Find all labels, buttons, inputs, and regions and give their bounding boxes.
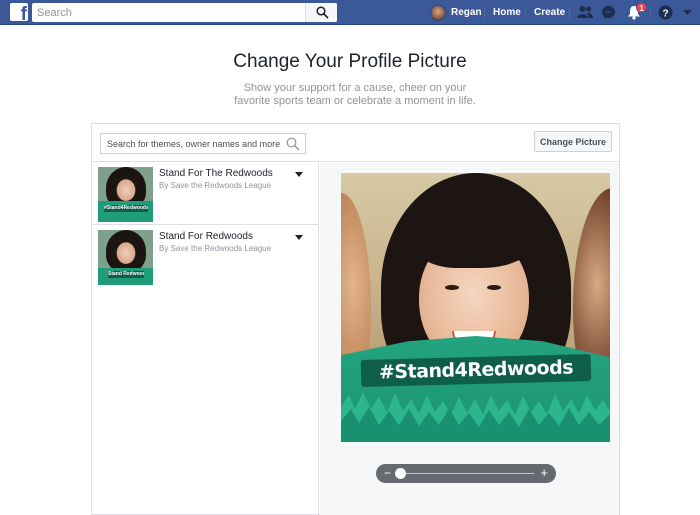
zoom-in-button[interactable]: + [540, 465, 548, 480]
zoom-out-button[interactable]: − [384, 466, 391, 480]
svg-text:?: ? [662, 9, 668, 20]
avatar [430, 4, 446, 21]
frame-banner-text: #Stand4Redwoods [378, 356, 574, 384]
frame-thumbnail: Stand Redwoods [98, 230, 153, 285]
frame-thumbnail: #Stand4Redwoods [98, 167, 153, 222]
facebook-logo-icon[interactable]: f [10, 3, 28, 21]
search-button[interactable] [305, 3, 337, 22]
top-navigation-bar: f Regan Home Create 1 ? [0, 0, 700, 25]
frame-list: #Stand4Redwoods Stand For The Redwoods B… [92, 163, 319, 515]
messenger-icon[interactable] [601, 5, 616, 20]
nav-divider [569, 6, 570, 19]
page-subtitle: Show your support for a cause, cheer on … [234, 82, 476, 107]
nav-divider [484, 6, 485, 19]
nav-divider [650, 6, 651, 19]
profile-frame-panel: Change Picture #Stand4Redwoods Stand For… [91, 123, 620, 515]
frame-name: Stand For The Redwoods [159, 168, 273, 179]
theme-search-input[interactable] [101, 134, 281, 154]
zoom-track[interactable] [398, 473, 534, 474]
zoom-slider[interactable]: − + [376, 464, 556, 483]
frame-options-caret-icon[interactable] [295, 172, 303, 177]
help-icon[interactable]: ? [658, 5, 673, 20]
home-link[interactable]: Home [493, 7, 521, 18]
profile-link[interactable]: Regan [430, 4, 482, 21]
frame-name: Stand For Redwoods [159, 231, 253, 242]
frame-options-caret-icon[interactable] [295, 235, 303, 240]
profile-picture-preview[interactable]: #Stand4Redwoods [341, 173, 610, 442]
page-title: Change Your Profile Picture [233, 51, 467, 72]
account-menu-chevron-icon[interactable] [683, 10, 692, 16]
global-search-box [32, 3, 337, 23]
frame-author: By Save the Redwoods League [159, 181, 272, 190]
search-icon [316, 6, 329, 19]
notification-count-badge: 1 [636, 2, 647, 13]
redwood-trees-graphic [341, 392, 610, 442]
global-search-input[interactable] [32, 3, 302, 23]
friend-requests-icon[interactable] [577, 5, 593, 19]
user-name: Regan [451, 7, 482, 18]
list-item[interactable]: #Stand4Redwoods Stand For The Redwoods B… [92, 163, 319, 225]
frame-thumbnail-label: Stand Redwoods [108, 271, 144, 278]
theme-search-box [100, 133, 306, 154]
preview-area: #Stand4Redwoods − + [320, 163, 619, 515]
frame-thumbnail-label: #Stand4Redwoods [104, 205, 148, 212]
zoom-handle[interactable] [395, 468, 406, 479]
nav-divider [525, 6, 526, 19]
list-item[interactable]: Stand Redwoods Stand For Redwoods By Sav… [92, 226, 319, 288]
create-link[interactable]: Create [534, 7, 565, 18]
frame-author: By Save the Redwoods League [159, 244, 272, 253]
search-icon[interactable] [286, 137, 300, 151]
change-picture-button[interactable]: Change Picture [534, 131, 612, 152]
panel-header: Change Picture [92, 124, 619, 162]
